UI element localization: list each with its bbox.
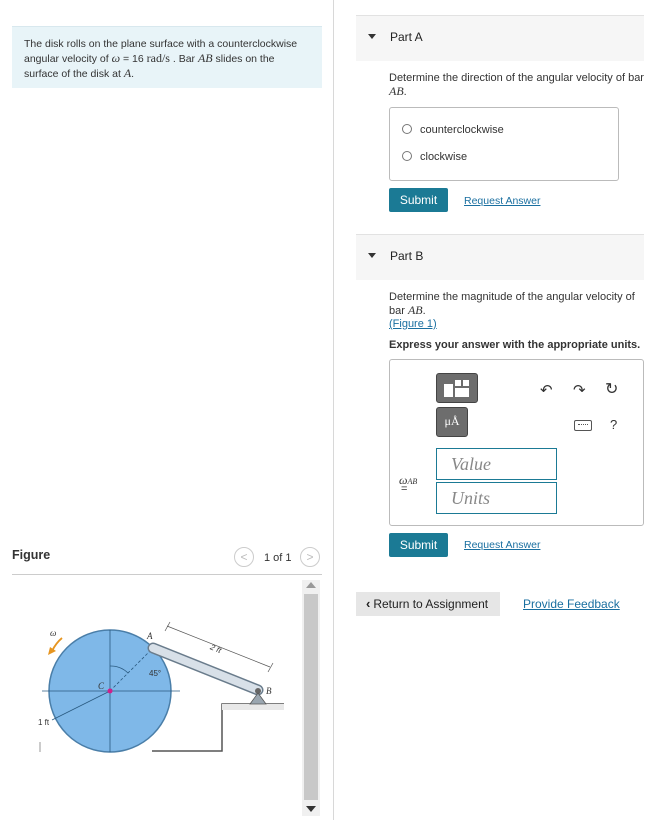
reset-icon[interactable]: ↻ — [605, 382, 618, 398]
point-c-label: C — [98, 681, 105, 691]
part-a-question: Determine the direction of the angular v… — [389, 72, 644, 98]
undo-icon[interactable]: ↶ — [540, 383, 553, 399]
provide-feedback-link[interactable]: Provide Feedback — [523, 597, 620, 611]
disk-bar-diagram: ω A C B 45° 2 ft 1 ft — [38, 621, 284, 753]
column-divider — [333, 0, 334, 820]
part-b-request-answer-link[interactable]: Request Answer — [464, 539, 540, 551]
keyboard-icon[interactable] — [574, 420, 592, 431]
equals-sign: = — [401, 483, 408, 495]
caret-down-icon[interactable] — [368, 253, 376, 258]
point-a-label: A — [146, 631, 153, 641]
chevron-left-icon: ‹ — [366, 596, 371, 611]
ground-outline — [152, 703, 284, 752]
radio-button[interactable] — [402, 124, 412, 134]
templates-button[interactable] — [436, 373, 478, 403]
omega-arrow — [51, 637, 63, 652]
scroll-down-icon[interactable] — [306, 806, 316, 812]
omega-label: ω — [50, 628, 56, 638]
templates-icon — [444, 380, 470, 397]
figure-link[interactable]: (Figure 1) — [389, 318, 437, 330]
part-a-request-answer-link[interactable]: Request Answer — [464, 195, 540, 207]
part-a-header[interactable]: Part A — [356, 15, 644, 61]
part-a-submit-button[interactable]: Submit — [389, 188, 448, 212]
redo-icon[interactable]: ↷ — [573, 383, 586, 399]
choice-counterclockwise[interactable]: counterclockwise — [402, 124, 504, 136]
center-point — [107, 688, 113, 694]
figure-header: Figure < 1 of 1 > — [12, 545, 322, 575]
part-b-header[interactable]: Part B — [356, 234, 644, 280]
return-to-assignment-button[interactable]: ‹ Return to Assignment — [356, 592, 500, 616]
step-top — [222, 704, 284, 710]
units-instruction: Express your answer with the appropriate… — [389, 339, 641, 351]
omega-arrowhead — [48, 647, 56, 655]
part-b-title: Part B — [390, 249, 424, 263]
bar-length-label: 2 ft — [208, 642, 223, 655]
chevron-right-icon[interactable]: > — [300, 547, 320, 567]
scroll-thumb[interactable] — [304, 594, 318, 800]
scroll-up-icon[interactable] — [306, 582, 316, 588]
figure-image: ω A C B 45° 2 ft 1 ft — [12, 580, 312, 815]
units-input[interactable]: Units — [436, 482, 557, 514]
units-symbol-button[interactable]: μÅ — [436, 407, 468, 437]
figure-counter: 1 of 1 — [264, 552, 292, 564]
problem-line-2: angular velocity of ω = 16 rad/s . Bar A… — [24, 51, 275, 65]
problem-line-3: surface of the disk at A. — [24, 66, 135, 80]
caret-down-icon[interactable] — [368, 34, 376, 39]
part-b-question: Determine the magnitude of the angular v… — [389, 291, 635, 330]
figure-title: Figure — [12, 548, 51, 562]
mu-a-label: μÅ — [444, 414, 460, 428]
part-b-submit-button[interactable]: Submit — [389, 533, 448, 557]
slider-b — [249, 692, 267, 705]
figure-scrollbar[interactable] — [302, 580, 320, 816]
problem-statement: The disk rolls on the plane surface with… — [12, 26, 322, 88]
problem-line-1: The disk rolls on the plane surface with… — [24, 38, 298, 50]
choice-clockwise[interactable]: clockwise — [402, 151, 467, 163]
radius-label: 1 ft — [38, 718, 50, 727]
value-input[interactable]: Value — [436, 448, 557, 480]
chevron-left-icon[interactable]: < — [234, 547, 254, 567]
help-icon[interactable]: ? — [610, 417, 617, 433]
part-a-title: Part A — [390, 30, 423, 44]
radio-button[interactable] — [402, 151, 412, 161]
point-b-label: B — [266, 686, 272, 696]
part-a-choices: counterclockwise clockwise — [389, 107, 619, 181]
angle-label: 45° — [149, 669, 161, 678]
answer-box: μÅ ↶ ↷ ↻ ? ωAB = Value Units — [389, 359, 644, 526]
